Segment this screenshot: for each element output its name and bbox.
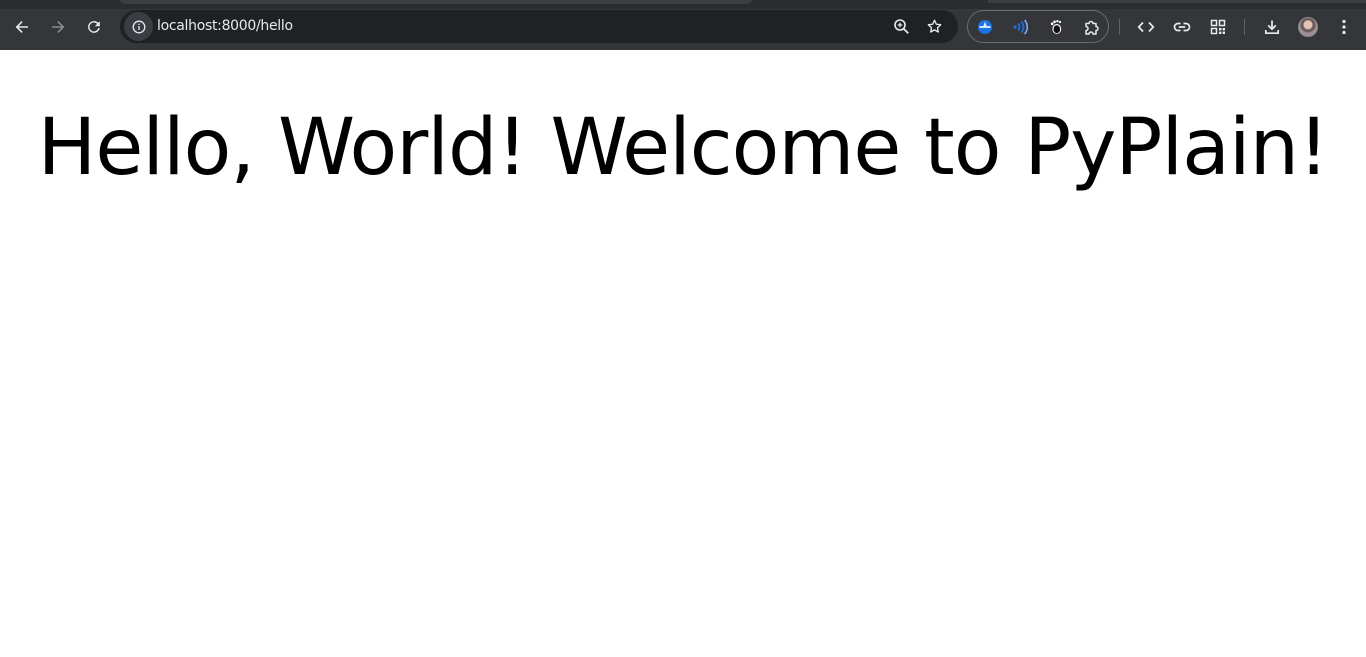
avatar [1298, 17, 1318, 37]
zoom-in-icon [893, 19, 909, 34]
extension-button-3[interactable] [1042, 13, 1070, 41]
blue-compass-extension-icon [978, 20, 992, 34]
url-host: localhost [157, 18, 218, 34]
browser-toolbar: localhost:8000/hello [0, 0, 1366, 50]
url-text[interactable]: localhost:8000/hello [157, 10, 293, 43]
star-icon [927, 19, 941, 33]
info-icon [132, 20, 145, 33]
inactive-tab-edge[interactable] [988, 0, 1366, 3]
extensions-group [967, 10, 1109, 43]
profile-button[interactable] [1292, 11, 1324, 43]
downloads-button[interactable] [1256, 11, 1288, 43]
page-content: Hello, World! Welcome to PyPlain! [0, 50, 1366, 657]
copy-link-button[interactable] [1166, 11, 1198, 43]
reload-button[interactable] [78, 11, 110, 43]
link-icon [1173, 22, 1191, 32]
toolbar-separator [1244, 19, 1245, 35]
qr-code-button[interactable] [1202, 11, 1234, 43]
extensions-menu-button[interactable] [1078, 13, 1106, 41]
kebab-menu-icon [1342, 19, 1346, 35]
code-brackets-icon [1137, 21, 1155, 33]
extension-button-1[interactable] [971, 13, 999, 41]
toolbar-row: localhost:8000/hello [0, 9, 1366, 50]
url-path: :8000/hello [217, 18, 293, 34]
qr-code-icon [1210, 19, 1226, 35]
toolbar-separator [1119, 19, 1120, 35]
page-heading: Hello, World! Welcome to PyPlain! [37, 103, 1330, 193]
gnome-foot-extension-icon [1050, 20, 1062, 34]
arrow-left-icon [15, 21, 28, 33]
puzzle-piece-icon [1085, 20, 1099, 35]
bookmark-button[interactable] [918, 10, 950, 43]
menu-button[interactable] [1328, 11, 1360, 43]
zoom-button[interactable] [885, 10, 917, 43]
forward-button[interactable] [42, 11, 74, 43]
arrow-right-icon [52, 21, 65, 33]
devtools-button[interactable] [1130, 11, 1162, 43]
back-button[interactable] [6, 11, 38, 43]
signal-waves-extension-icon [1013, 19, 1029, 35]
address-bar[interactable]: localhost:8000/hello [120, 10, 958, 43]
site-info-button[interactable] [124, 12, 153, 41]
active-tab-edge[interactable] [120, 0, 752, 4]
download-icon [1264, 20, 1280, 35]
extension-button-2[interactable] [1006, 13, 1034, 41]
reload-icon [88, 21, 100, 33]
